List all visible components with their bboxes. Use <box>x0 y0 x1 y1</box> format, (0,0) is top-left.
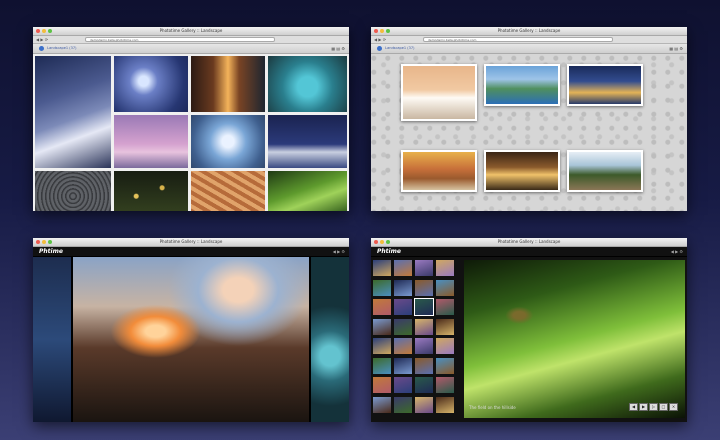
url-field[interactable]: demodemo.beta.phototime.com <box>85 37 275 42</box>
photo-star-trails[interactable] <box>35 171 111 211</box>
thumbnail[interactable] <box>394 279 412 296</box>
photo-grid <box>33 54 349 211</box>
thumbnail[interactable] <box>394 396 412 413</box>
next-icon[interactable]: ▷ <box>649 403 658 411</box>
window-title: Phototime Gallery :: Landscape <box>497 28 561 33</box>
thumbnail[interactable] <box>436 318 454 335</box>
window-title: Phototime Gallery :: Landscape <box>159 28 223 33</box>
prev-icon[interactable]: ◀ <box>629 403 638 411</box>
thumbnail[interactable] <box>394 318 412 335</box>
photo-waterfall-sunset <box>73 257 309 422</box>
app-header: Phtime ◀ ▶ ⚙ <box>371 247 687 257</box>
thumbnail[interactable] <box>436 299 454 315</box>
photo-viewer <box>33 257 349 422</box>
browser-window-filmstrip: Phototime Gallery :: Landscape Phtime ◀ … <box>371 238 687 422</box>
photo-waterfall-glow[interactable] <box>191 56 265 112</box>
thumbnail[interactable] <box>414 298 434 316</box>
thumbnail[interactable] <box>394 260 412 276</box>
filmstrip-layout: The field on the hillside ◀ ▶ ▷ □ × <box>371 257 687 422</box>
thumbnail[interactable] <box>415 318 433 335</box>
app-header: Landscape1 (37) ▦ ▤ ⚙ <box>33 44 349 54</box>
home-icon[interactable] <box>39 45 44 51</box>
thumbnail[interactable] <box>415 338 433 354</box>
photo-grid <box>371 54 687 211</box>
window-title: Phototime Gallery :: Landscape <box>497 239 561 244</box>
thumbnail[interactable] <box>373 357 391 374</box>
thumbnail[interactable] <box>373 279 391 296</box>
photo-matterhorn[interactable] <box>268 115 347 168</box>
thumbnail[interactable] <box>394 299 412 315</box>
photo-green-field[interactable] <box>268 171 347 211</box>
header-controls[interactable]: ▦ ▤ ⚙ <box>331 44 345 53</box>
thumbnail[interactable] <box>373 299 391 315</box>
breadcrumb: Landscape1 (37) <box>39 44 76 53</box>
title-bar: Phototime Gallery :: Landscape <box>371 27 687 36</box>
nav-buttons[interactable]: ◀ ▶ ⟳ <box>36 37 48 42</box>
header-controls[interactable]: ◀ ▶ ⚙ <box>671 247 683 256</box>
thumbnail[interactable] <box>394 357 412 374</box>
thumbnail[interactable] <box>436 338 454 354</box>
header-controls[interactable]: ▦ ▤ ⚙ <box>669 44 683 53</box>
thumbnail[interactable] <box>373 377 391 393</box>
thumbnail[interactable] <box>415 260 433 276</box>
thumbnail[interactable] <box>415 357 433 374</box>
address-bar: ◀ ▶ ⟳ demodemo.beta.phototime.com <box>371 36 687 44</box>
browser-window-viewer: Phototime Gallery :: Landscape Phtime ◀ … <box>33 238 349 422</box>
photo-plaza-trees[interactable] <box>567 150 643 192</box>
photo-tree-canopy[interactable] <box>191 115 265 168</box>
thumbnail[interactable] <box>436 260 454 276</box>
photo-prev-peek[interactable] <box>33 257 71 422</box>
header-controls[interactable]: ◀ ▶ ⚙ <box>333 247 345 256</box>
photo-santorini[interactable] <box>401 64 477 121</box>
breadcrumb-label[interactable]: Landscape1 (37) <box>385 46 414 50</box>
photo-island-village[interactable] <box>484 64 560 106</box>
photo-waterfall-milkyway[interactable] <box>35 56 111 168</box>
nav-buttons[interactable]: ◀ ▶ ⟳ <box>374 37 386 42</box>
photo-fireflies[interactable] <box>114 171 188 211</box>
title-bar: Phototime Gallery :: Landscape <box>371 238 687 247</box>
photo-town-square[interactable] <box>401 150 477 192</box>
breadcrumb-label[interactable]: Landscape1 (37) <box>47 46 76 50</box>
url-field[interactable]: demodemo.beta.phototime.com <box>423 37 613 42</box>
photo-ice-pool[interactable] <box>268 56 347 112</box>
photo-caption: The field on the hillside <box>469 405 516 410</box>
photo-hillside-field <box>464 260 685 418</box>
thumbnail[interactable] <box>373 396 391 413</box>
photo-city-night[interactable] <box>567 64 643 106</box>
close-viewer-icon[interactable]: × <box>669 403 678 411</box>
photo-pink-tree[interactable] <box>114 115 188 168</box>
browser-window-framed: Phototime Gallery :: Landscape ◀ ▶ ⟳ dem… <box>371 27 687 211</box>
app-header: Landscape1 (37) ▦ ▤ ⚙ <box>371 44 687 54</box>
photo-next-peek[interactable] <box>311 257 349 422</box>
app-header: Phtime ◀ ▶ ⚙ <box>33 247 349 257</box>
app-logo[interactable]: Phtime <box>39 247 63 256</box>
thumbnail-strip <box>373 260 459 415</box>
thumbnail[interactable] <box>373 260 391 276</box>
play-icon[interactable]: ▶ <box>639 403 648 411</box>
photo-canyon[interactable] <box>191 171 265 211</box>
thumbnail[interactable] <box>436 377 454 393</box>
thumbnail[interactable] <box>415 377 433 393</box>
thumbnail[interactable] <box>373 338 391 354</box>
thumbnail[interactable] <box>415 396 433 413</box>
thumbnail[interactable] <box>436 396 454 413</box>
breadcrumb: Landscape1 (37) <box>377 44 414 53</box>
fullscreen-icon[interactable]: □ <box>659 403 668 411</box>
title-bar: Phototime Gallery :: Landscape <box>33 27 349 36</box>
thumbnail[interactable] <box>415 279 433 296</box>
app-logo[interactable]: Phtime <box>377 247 401 256</box>
title-bar: Phototime Gallery :: Landscape <box>33 238 349 247</box>
photo-cathedral-dusk[interactable] <box>484 150 560 192</box>
home-icon[interactable] <box>377 45 382 51</box>
thumbnail[interactable] <box>436 279 454 296</box>
thumbnail[interactable] <box>394 377 412 393</box>
window-title: Phototime Gallery :: Landscape <box>159 239 223 244</box>
thumbnail[interactable] <box>436 357 454 374</box>
browser-window-grid: Phototime Gallery :: Landscape ◀ ▶ ⟳ dem… <box>33 27 349 211</box>
photo-lightning[interactable] <box>114 56 188 112</box>
thumbnail[interactable] <box>373 318 391 335</box>
address-bar: ◀ ▶ ⟳ demodemo.beta.phototime.com <box>33 36 349 44</box>
thumbnail[interactable] <box>394 338 412 354</box>
